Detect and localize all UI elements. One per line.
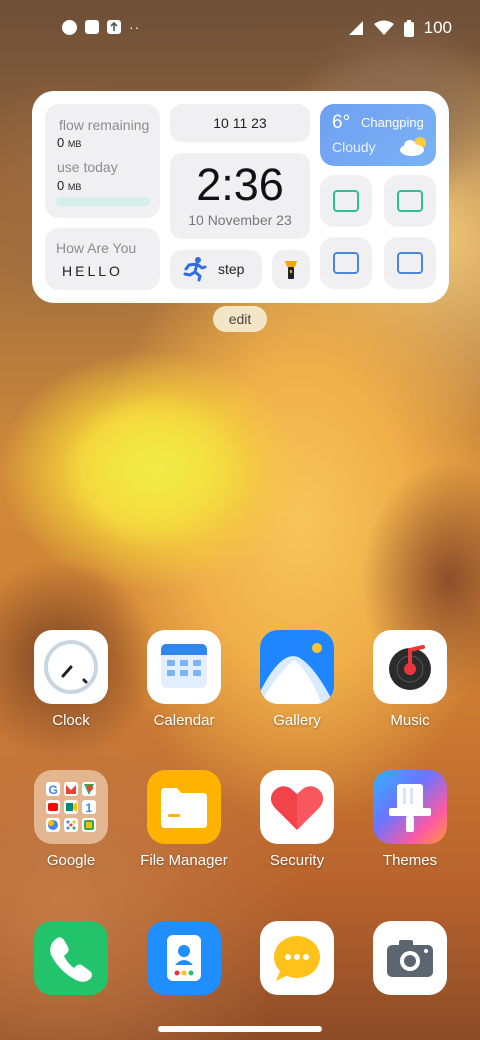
shortcut-slot-1[interactable] (320, 175, 372, 227)
use-unit: MB (67, 182, 82, 192)
app-music[interactable]: Music (360, 630, 460, 729)
music-icon (373, 630, 447, 704)
date-top: 10 11 23 (213, 115, 267, 131)
more-notifications-icon: ·· (129, 19, 141, 35)
app-security[interactable]: Security (247, 770, 347, 869)
weather-card[interactable]: 6° Changping Cloudy (320, 104, 436, 166)
app-label: Gallery (273, 712, 321, 729)
camera-icon (373, 921, 447, 995)
step-label: step (218, 261, 245, 277)
svg-text:G: G (49, 783, 58, 797)
cloudy-icon (400, 137, 426, 156)
app-clock[interactable]: Clock (21, 630, 121, 729)
home-indicator[interactable] (158, 1026, 322, 1032)
shortcut-slot-4[interactable] (384, 237, 436, 289)
flow-value: 0 (57, 135, 65, 150)
contacts-icon (147, 921, 221, 995)
app-file-manager[interactable]: File Manager (134, 770, 234, 869)
greeting-label: How Are You (56, 240, 137, 256)
home-widget[interactable]: flow remaining 0 MB use today 0 MB How A… (32, 91, 449, 303)
use-today-label: use today (57, 159, 118, 175)
notification-square-icon (85, 20, 99, 34)
flow-remaining-label: flow remaining (59, 117, 150, 133)
shortcut-slot-2[interactable] (384, 175, 436, 227)
edit-widget-button[interactable]: edit (213, 306, 267, 332)
heart-icon (260, 770, 334, 844)
signal-icon (348, 21, 363, 35)
running-icon (183, 257, 207, 282)
gallery-icon (260, 630, 334, 704)
upload-icon (107, 20, 121, 34)
use-value: 0 (57, 178, 65, 193)
weather-city: Changping (361, 115, 424, 130)
app-gallery[interactable]: Gallery (247, 630, 347, 729)
clock-icon (34, 630, 108, 704)
flow-unit: MB (67, 139, 82, 149)
folder-icon (147, 770, 221, 844)
calendar-icon (147, 630, 221, 704)
app-label: Security (269, 852, 325, 869)
app-label: Music (390, 712, 430, 729)
weather-condition: Cloudy (332, 139, 376, 155)
step-card[interactable]: step (170, 250, 262, 289)
status-bar: ·· 100 (0, 0, 480, 56)
flashlight-button[interactable] (272, 250, 310, 289)
app-label: File Manager (140, 852, 228, 869)
greeting-card[interactable]: How Are You HELLO (45, 228, 160, 290)
phone-icon (34, 921, 108, 995)
dock-contacts[interactable] (134, 921, 234, 995)
shortcut-slot-3[interactable] (320, 237, 372, 289)
data-usage-card[interactable]: flow remaining 0 MB use today 0 MB (45, 104, 160, 218)
flashlight-icon (285, 261, 297, 279)
app-notification-icon (62, 19, 77, 35)
battery-level: 100 (423, 18, 452, 37)
wifi-icon (373, 20, 394, 35)
app-label: Themes (382, 852, 438, 869)
dock-phone[interactable] (21, 921, 121, 995)
dock-messages[interactable] (247, 921, 347, 995)
google-folder-icon: G 1 (34, 770, 108, 844)
app-themes[interactable]: Themes (360, 770, 460, 869)
app-label: Clock (52, 712, 90, 729)
app-label: Calendar (153, 712, 215, 729)
clock-date: 10 November 23 (188, 212, 292, 228)
usage-progress-bar (56, 197, 150, 206)
themes-icon (373, 770, 447, 844)
app-label: Google (46, 852, 96, 869)
clock-time: 2:36 (196, 159, 284, 210)
weather-temp: 6° (332, 112, 351, 133)
app-calendar[interactable]: Calendar (134, 630, 234, 729)
date-card[interactable]: 10 11 23 (170, 104, 310, 142)
dock-camera[interactable] (360, 921, 460, 995)
messages-icon (260, 921, 334, 995)
greeting-text: HELLO (62, 263, 123, 279)
battery-icon (403, 19, 414, 37)
app-google-folder[interactable]: G 1 Google (21, 770, 121, 869)
svg-text:1: 1 (86, 801, 93, 815)
clock-card[interactable]: 2:36 10 November 23 (170, 153, 310, 239)
